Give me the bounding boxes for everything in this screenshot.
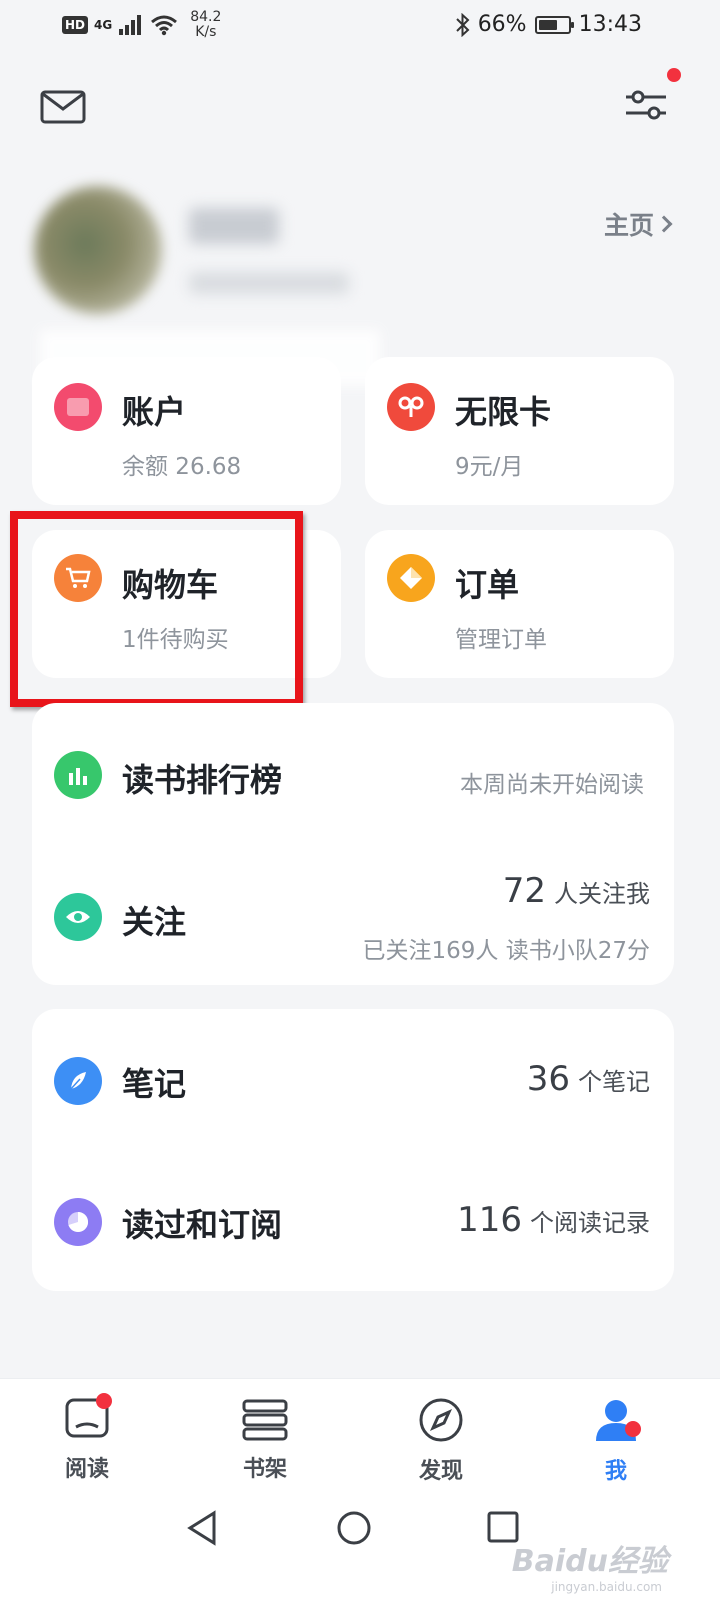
notes-count-label: 个笔记 [578,1068,650,1096]
ranking-title: 读书排行榜 [122,761,283,799]
clock: 13:43 [578,12,642,37]
chevron-right-icon [655,215,673,233]
history-count-group: 116 个阅读记录 [457,1200,650,1240]
unlimited-card[interactable]: 无限卡 9元/月 [365,357,674,505]
speed-unit: K/s [195,24,217,40]
notes-title: 笔记 [122,1065,187,1103]
followers-summary: 72 人关注我 [503,871,650,911]
signal-icon [119,15,142,35]
battery-icon [534,15,574,34]
unlimited-price: 9元/月 [455,454,524,480]
tab-reading-label: 阅读 [64,1457,109,1482]
unlimited-title: 无限卡 [455,393,552,431]
bookshelf-icon [242,1399,288,1441]
tab-me[interactable]: 我 [566,1397,666,1485]
tab-discover[interactable]: 发现 [391,1397,491,1485]
orders-manage: 管理订单 [455,627,547,653]
notes-row[interactable]: 笔记 36 个笔记 [32,1009,674,1150]
settings-notification-dot [667,68,681,82]
highlight-annotation-box [10,511,303,707]
ranking-row[interactable]: 读书排行榜 本周尚未开始阅读 [32,703,674,843]
speed-value: 84.2 [190,9,222,25]
notes-count-group: 36 个笔记 [527,1059,650,1099]
avatar[interactable] [34,186,162,314]
wifi-icon [151,15,178,36]
compass-icon [419,1398,463,1442]
settings-filter-icon[interactable] [624,84,668,124]
feather-icon [54,1057,102,1105]
tab-bookshelf[interactable]: 书架 [215,1397,315,1483]
watermark: Baidu经验 [511,1544,668,1579]
followers-label: 人关注我 [554,880,650,908]
tab-discover-label: 发现 [418,1459,463,1484]
account-balance: 余额 26.68 [122,454,242,480]
me-notification-dot [625,1421,641,1437]
user-info-blurred [189,272,349,294]
social-card: 读书排行榜 本周尚未开始阅读 关注 72 人关注我 已关注169人 读书小队27… [32,703,674,985]
history-title: 读过和订阅 [122,1206,283,1244]
unlimited-card-icon [387,383,435,431]
watermark-url: jingyan.baidu.com [551,1580,662,1594]
back-icon[interactable] [186,1510,218,1546]
history-count-label: 个阅读记录 [530,1209,650,1237]
status-bar: HD 4G 84.2 K/s 66% 13:43 [0,0,720,56]
network-speed: 84.2 K/s [190,10,221,40]
library-card: 笔记 36 个笔记 读过和订阅 116 个阅读记录 [32,1009,674,1291]
tab-me-label: 我 [604,1459,627,1484]
reading-notification-dot [96,1393,112,1409]
pie-icon [54,1198,102,1246]
battery-percent: 66% [477,12,527,37]
orders-title: 订单 [455,566,520,604]
system-navigation-bar: Baidu经验 jingyan.baidu.com [0,1490,720,1600]
account-title: 账户 [122,393,187,431]
status-left: HD 4G 84.2 K/s [62,10,221,40]
orders-card[interactable]: 订单 管理订单 [365,530,674,678]
notes-count: 36 [526,1059,570,1099]
tab-reading[interactable]: 阅读 [37,1397,137,1483]
username-blurred [189,208,279,244]
status-right: 66% 13:43 [455,12,642,37]
follow-row[interactable]: 关注 72 人关注我 已关注169人 读书小队27分 [32,843,674,985]
eye-icon [54,893,102,941]
bottom-tab-bar: 阅读 书架 发现 我 [0,1378,720,1490]
tab-bookshelf-label: 书架 [242,1457,287,1482]
order-icon [387,554,435,602]
mail-icon[interactable] [40,90,86,124]
account-card[interactable]: 账户 余额 26.68 [32,357,341,505]
ranking-status: 本周尚未开始阅读 [460,772,644,798]
home-icon[interactable] [336,1510,372,1546]
homepage-label: 主页 [604,211,655,240]
follow-detail: 已关注169人 读书小队27分 [362,938,650,964]
bar-chart-icon [54,751,102,799]
wallet-icon [54,383,102,431]
bluetooth-icon [455,12,470,37]
followers-count: 72 [502,871,546,911]
follow-title: 关注 [122,903,187,941]
network-type: 4G [94,18,113,32]
homepage-link[interactable]: 主页 [604,206,673,242]
battery-fill [538,19,558,30]
history-count: 116 [457,1200,522,1240]
history-row[interactable]: 读过和订阅 116 个阅读记录 [32,1150,674,1291]
hd-badge: HD [62,16,89,34]
